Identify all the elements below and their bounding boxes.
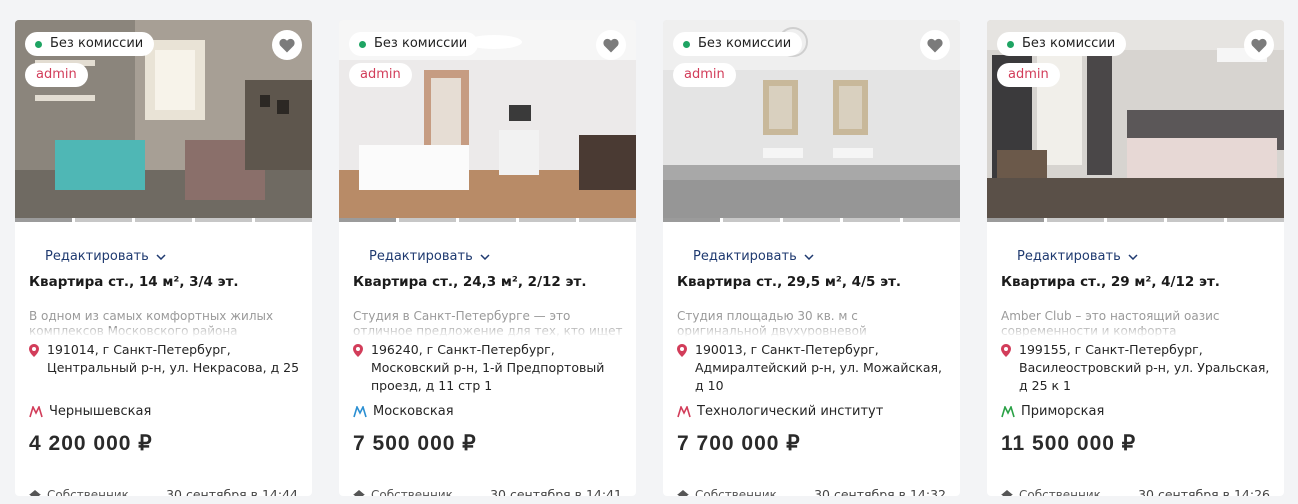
listing-address: 190013, г Санкт-Петербург, Адмиралтейски… bbox=[677, 341, 952, 395]
listing-date: 30 сентября в 14:26 bbox=[1138, 487, 1270, 496]
favorite-button[interactable] bbox=[1244, 30, 1274, 60]
status-dot-icon bbox=[35, 40, 42, 48]
address-text: 190013, г Санкт-Петербург, Адмиралтейски… bbox=[695, 342, 943, 393]
owner-type: Собственник bbox=[677, 488, 777, 496]
no-commission-badge: Без комиссии bbox=[673, 32, 803, 56]
metro-icon bbox=[1001, 405, 1015, 417]
location-pin-icon bbox=[29, 344, 39, 357]
chevron-down-icon bbox=[156, 253, 166, 260]
favorite-button[interactable] bbox=[920, 30, 950, 60]
edit-label: Редактировать bbox=[1017, 249, 1121, 264]
metro-icon bbox=[353, 405, 367, 417]
listing-price: 4 200 000 ₽ bbox=[29, 432, 153, 455]
address-text: 199155, г Санкт-Петербург, Василеостровс… bbox=[1019, 342, 1270, 393]
owner-type: Собственник bbox=[353, 488, 453, 496]
listing-address: 191014, г Санкт-Петербург, Центральный р… bbox=[29, 341, 304, 377]
listing-photo[interactable]: Без комиссии admin bbox=[339, 20, 636, 218]
listing-title[interactable]: Квартира ст., 14 м², 3/4 эт. bbox=[29, 274, 239, 290]
edit-dropdown[interactable]: Редактировать bbox=[369, 249, 490, 264]
status-dot-icon bbox=[683, 40, 690, 48]
listing-price: 11 500 000 ₽ bbox=[1001, 432, 1137, 455]
location-pin-icon bbox=[677, 344, 687, 357]
listing-description: Amber Club – это настоящий оазис совреме… bbox=[1001, 309, 1271, 337]
owner-label: Собственник bbox=[47, 488, 129, 496]
home-icon bbox=[677, 489, 689, 496]
heart-icon bbox=[603, 38, 619, 52]
metro-icon bbox=[677, 405, 691, 417]
listing-title[interactable]: Квартира ст., 24,3 м², 2/12 эт. bbox=[353, 274, 586, 290]
metro-station: Приморская bbox=[1001, 404, 1104, 419]
no-commission-label: Без комиссии bbox=[374, 36, 468, 51]
favorite-button[interactable] bbox=[596, 30, 626, 60]
listing-description: Студия в Санкт-Петербурге — это отличное… bbox=[353, 309, 623, 337]
edit-label: Редактировать bbox=[45, 249, 149, 264]
favorite-button[interactable] bbox=[272, 30, 302, 60]
owner-label: Собственник bbox=[1019, 488, 1101, 496]
listing-date: 30 сентября в 14:41 bbox=[490, 487, 622, 496]
address-text: 196240, г Санкт-Петербург, Московский р-… bbox=[371, 342, 605, 393]
listing-card[interactable]: Без комиссии admin Редактировать Квартир… bbox=[15, 20, 312, 496]
admin-badge: admin bbox=[997, 63, 1060, 87]
admin-badge: admin bbox=[349, 63, 412, 87]
listing-card[interactable]: Без комиссии admin Редактировать Квартир… bbox=[987, 20, 1284, 496]
listing-date: 30 сентября в 14:44 bbox=[166, 487, 298, 496]
chevron-down-icon bbox=[1128, 253, 1138, 260]
home-icon bbox=[353, 489, 365, 496]
address-text: 191014, г Санкт-Петербург, Центральный р… bbox=[47, 342, 300, 375]
status-dot-icon bbox=[1007, 40, 1014, 48]
listing-date: 30 сентября в 14:32 bbox=[814, 487, 946, 496]
no-commission-label: Без комиссии bbox=[1022, 36, 1116, 51]
owner-label: Собственник bbox=[695, 488, 777, 496]
heart-icon bbox=[927, 38, 943, 52]
no-commission-badge: Без комиссии bbox=[349, 32, 479, 56]
no-commission-badge: Без комиссии bbox=[25, 32, 155, 56]
home-icon bbox=[1001, 489, 1013, 496]
no-commission-label: Без комиссии bbox=[698, 36, 792, 51]
listing-description: В одном из самых комфортных жилых компле… bbox=[29, 309, 299, 337]
edit-label: Редактировать bbox=[369, 249, 473, 264]
listing-description: Студия площадью 30 кв. м с оригинальной … bbox=[677, 309, 947, 337]
home-icon bbox=[29, 489, 41, 496]
chevron-down-icon bbox=[480, 253, 490, 260]
edit-dropdown[interactable]: Редактировать bbox=[693, 249, 814, 264]
listing-photo[interactable]: Без комиссии admin bbox=[663, 20, 960, 218]
listing-photo[interactable]: Без комиссии admin bbox=[987, 20, 1284, 218]
listing-price: 7 700 000 ₽ bbox=[677, 432, 801, 455]
metro-station: Московская bbox=[353, 404, 454, 419]
metro-icon bbox=[29, 405, 43, 417]
edit-label: Редактировать bbox=[693, 249, 797, 264]
heart-icon bbox=[1251, 38, 1267, 52]
admin-badge: admin bbox=[673, 63, 736, 87]
listing-card[interactable]: Без комиссии admin Редактировать Квартир… bbox=[663, 20, 960, 496]
listings-grid: Без комиссии admin Редактировать Квартир… bbox=[0, 0, 1298, 504]
no-commission-badge: Без комиссии bbox=[997, 32, 1127, 56]
owner-type: Собственник bbox=[29, 488, 129, 496]
metro-station: Чернышевская bbox=[29, 404, 151, 419]
metro-name: Технологический институт bbox=[697, 404, 884, 419]
listing-address: 199155, г Санкт-Петербург, Василеостровс… bbox=[1001, 341, 1276, 395]
admin-badge: admin bbox=[25, 63, 88, 87]
listing-card[interactable]: Без комиссии admin Редактировать Квартир… bbox=[339, 20, 636, 496]
listing-title[interactable]: Квартира ст., 29,5 м², 4/5 эт. bbox=[677, 274, 901, 290]
metro-name: Московская bbox=[373, 404, 454, 419]
edit-dropdown[interactable]: Редактировать bbox=[1017, 249, 1138, 264]
chevron-down-icon bbox=[804, 253, 814, 260]
listing-address: 196240, г Санкт-Петербург, Московский р-… bbox=[353, 341, 628, 395]
owner-label: Собственник bbox=[371, 488, 453, 496]
listing-title[interactable]: Квартира ст., 29 м², 4/12 эт. bbox=[1001, 274, 1220, 290]
location-pin-icon bbox=[1001, 344, 1011, 357]
listing-photo[interactable]: Без комиссии admin bbox=[15, 20, 312, 218]
location-pin-icon bbox=[353, 344, 363, 357]
metro-name: Чернышевская bbox=[49, 404, 152, 419]
owner-type: Собственник bbox=[1001, 488, 1101, 496]
heart-icon bbox=[279, 38, 295, 52]
listing-price: 7 500 000 ₽ bbox=[353, 432, 477, 455]
metro-station: Технологический институт bbox=[677, 404, 883, 419]
metro-name: Приморская bbox=[1021, 404, 1105, 419]
status-dot-icon bbox=[359, 40, 366, 48]
no-commission-label: Без комиссии bbox=[50, 36, 144, 51]
edit-dropdown[interactable]: Редактировать bbox=[45, 249, 166, 264]
